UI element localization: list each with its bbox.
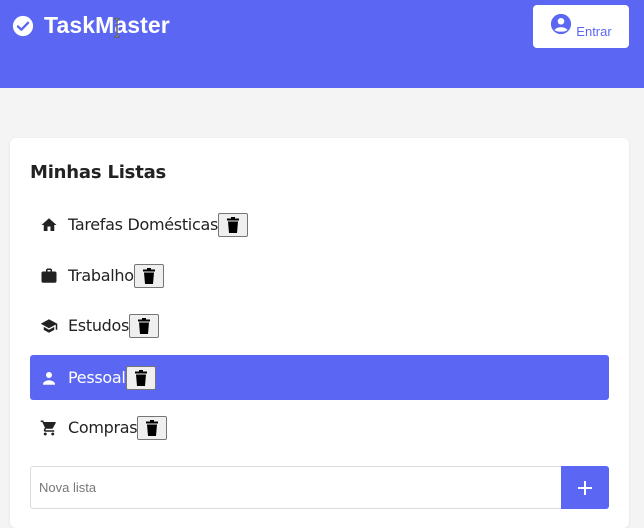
- briefcase-icon: [41, 268, 57, 283]
- delete-list-button[interactable]: [133, 263, 164, 288]
- new-list-input[interactable]: [30, 466, 561, 509]
- account-circle-icon: [551, 13, 572, 34]
- trash-icon: [142, 267, 155, 284]
- add-list-button[interactable]: [561, 466, 609, 509]
- list-item-label: Estudos: [68, 316, 130, 335]
- list-item-label: Trabalho: [68, 266, 134, 285]
- person-icon: [43, 371, 55, 385]
- delete-list-button[interactable]: [218, 212, 248, 237]
- brand: TaskMaster: [12, 12, 170, 39]
- app-header: TaskMaster Entrar: [0, 0, 644, 88]
- list-item-compras[interactable]: Compras: [30, 405, 609, 450]
- delete-list-button[interactable]: [137, 415, 168, 440]
- check-circle-icon: [12, 15, 34, 36]
- login-button[interactable]: Entrar: [533, 5, 629, 48]
- text-cursor-icon: [114, 18, 120, 38]
- list-item-label: Pessoal: [68, 368, 126, 387]
- trash-icon: [138, 317, 151, 334]
- home-icon: [41, 217, 57, 231]
- list-item-pessoal[interactable]: Pessoal: [30, 355, 609, 400]
- trash-icon: [146, 419, 159, 436]
- app-title: TaskMaster: [44, 12, 170, 38]
- list-item-estudos[interactable]: Estudos: [30, 303, 609, 348]
- list-item-trabalho[interactable]: Trabalho: [30, 253, 609, 298]
- lists-card: Minhas Listas Tarefas Domésticas Trabalh…: [10, 138, 629, 528]
- cart-icon: [40, 420, 56, 435]
- trash-icon: [134, 369, 147, 386]
- login-label: Entrar: [576, 23, 612, 39]
- new-list-form: [30, 466, 609, 509]
- list-item-label: Compras: [68, 418, 138, 437]
- lists-title: Minhas Listas: [30, 162, 167, 183]
- plus-icon: [578, 480, 592, 495]
- graduation-cap-icon: [40, 318, 58, 333]
- delete-list-button[interactable]: [129, 313, 160, 338]
- delete-list-button[interactable]: [125, 365, 156, 390]
- trash-icon: [227, 216, 239, 233]
- list-item-label: Tarefas Domésticas: [68, 215, 218, 234]
- list-item-tarefas-domesticas[interactable]: Tarefas Domésticas: [30, 202, 609, 247]
